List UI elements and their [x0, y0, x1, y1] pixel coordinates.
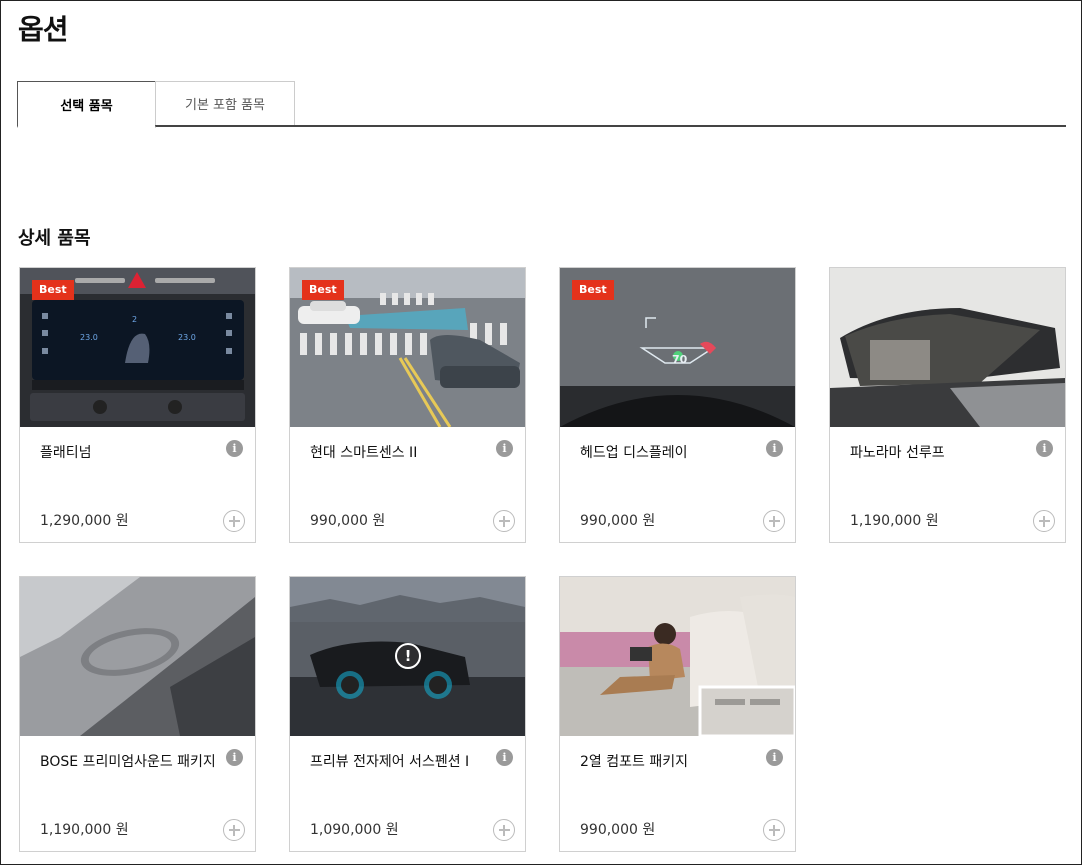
plus-circle-icon[interactable]	[1033, 510, 1055, 532]
option-name: 프리뷰 전자제어 서스펜션 I	[310, 754, 470, 770]
info-icon[interactable]: i	[766, 749, 783, 766]
option-price: 1,290,000 원	[40, 513, 129, 529]
tab-selected-options[interactable]: 선택 품목	[17, 81, 156, 128]
hvac-fan-level: 2	[132, 315, 137, 324]
best-badge: Best	[302, 280, 344, 300]
plus-circle-icon[interactable]	[223, 819, 245, 841]
plus-circle-icon[interactable]	[493, 819, 515, 841]
option-card-rear-comfort[interactable]: 2열 컴포트 패키지 i 990,000 원	[559, 576, 796, 852]
hud-speed: 70	[672, 353, 688, 366]
section-title: 상세 품목	[18, 228, 91, 249]
info-icon[interactable]: i	[226, 749, 243, 766]
option-price: 990,000 원	[580, 513, 656, 529]
option-price: 990,000 원	[310, 513, 386, 529]
option-card-bose[interactable]: BOSE 프리미엄사운드 패키지 i 1,190,000 원	[19, 576, 256, 852]
option-name: 헤드업 디스플레이	[580, 445, 688, 461]
option-card-suspension[interactable]: ! 프리뷰 전자제어 서스펜션 I i 1,090,000 원	[289, 576, 526, 852]
option-name: 현대 스마트센스 II	[310, 445, 418, 461]
tab-standard-options[interactable]: 기본 포함 품목	[155, 81, 295, 125]
option-name: 파노라마 선루프	[850, 445, 945, 461]
info-icon[interactable]: i	[766, 440, 783, 457]
hvac-temp-right: 23.0	[178, 333, 196, 342]
option-name: 2열 컴포트 패키지	[580, 754, 688, 770]
option-image-sunroof	[830, 268, 1065, 427]
option-image-smart-sense: Best	[290, 268, 525, 427]
option-card-sunroof[interactable]: 파노라마 선루프 i 1,190,000 원	[829, 267, 1066, 543]
option-price: 1,190,000 원	[40, 822, 129, 838]
plus-circle-icon[interactable]	[763, 510, 785, 532]
page-title: 옵션	[18, 13, 69, 46]
option-image-suspension: !	[290, 577, 525, 736]
option-price: 990,000 원	[580, 822, 656, 838]
info-icon[interactable]: i	[1036, 440, 1053, 457]
option-image-bose	[20, 577, 255, 736]
option-name: BOSE 프리미엄사운드 패키지	[40, 754, 216, 770]
option-name: 플래티넘	[40, 445, 92, 461]
info-icon[interactable]: i	[496, 440, 513, 457]
option-card-hud[interactable]: 70 Best 헤드업 디스플레이 i 990,000 원	[559, 267, 796, 543]
option-image-rear-comfort	[560, 577, 795, 736]
info-icon[interactable]: i	[496, 749, 513, 766]
option-image-hud: 70 Best	[560, 268, 795, 427]
plus-circle-icon[interactable]	[223, 510, 245, 532]
plus-circle-icon[interactable]	[493, 510, 515, 532]
plus-circle-icon[interactable]	[763, 819, 785, 841]
option-price: 1,090,000 원	[310, 822, 399, 838]
info-icon[interactable]: i	[226, 440, 243, 457]
best-badge: Best	[32, 280, 74, 300]
tab-bar: 선택 품목 기본 포함 품목	[17, 81, 1066, 128]
exclamation-icon: !	[395, 643, 421, 669]
hvac-temp-left: 23.0	[80, 333, 98, 342]
option-price: 1,190,000 원	[850, 513, 939, 529]
option-card-platinum[interactable]: 23.0 23.0 2 Best 플래티넘 i 1,290,000 원	[19, 267, 256, 543]
option-image-platinum: 23.0 23.0 2 Best	[20, 268, 255, 427]
best-badge: Best	[572, 280, 614, 300]
option-card-smart-sense[interactable]: Best 현대 스마트센스 II i 990,000 원	[289, 267, 526, 543]
